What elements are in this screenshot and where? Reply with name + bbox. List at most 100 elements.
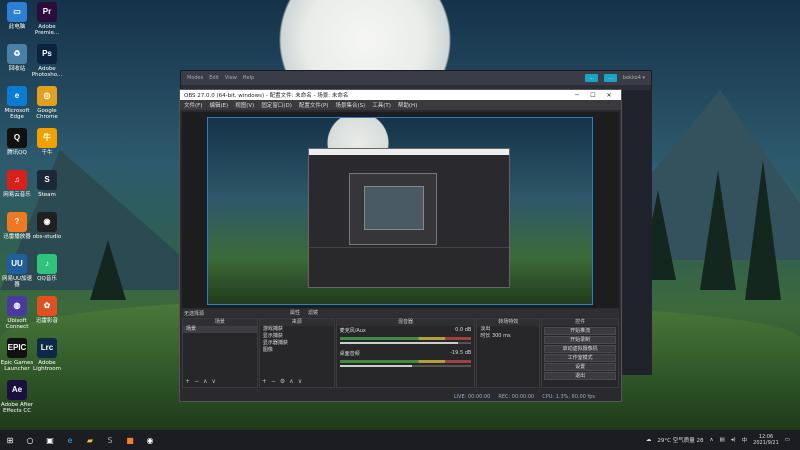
file-explorer-icon[interactable]: ▰ <box>80 430 100 450</box>
background-window-sidebar <box>622 90 652 375</box>
add-icon[interactable]: + <box>262 378 267 385</box>
network-icon[interactable]: ▤ <box>720 437 725 443</box>
photoshop-icon: Ps <box>37 44 57 64</box>
down-icon[interactable]: ∨ <box>211 378 215 385</box>
desktop-icon[interactable]: ◉ obs-studio <box>30 212 64 240</box>
add-icon[interactable]: + <box>185 378 190 385</box>
remove-icon[interactable]: − <box>194 378 199 385</box>
desktop-icon-label: 网易云音乐 <box>3 192 31 198</box>
desktop-icon[interactable]: ♪ QQ音乐 <box>30 254 64 282</box>
nested-preview-inner <box>364 186 424 230</box>
clock[interactable]: 12:06 2021/9/21 <box>753 434 779 446</box>
desktop-icon-label: Epic Games Launcher <box>0 360 34 372</box>
menu-edit[interactable]: 编辑(E) <box>209 101 228 109</box>
desktop-icon[interactable]: ▭ 此电脑 <box>0 2 34 30</box>
system-tray: ☁ 29°C 空气质量 28 ∧ ▤ ◂) 中 12:06 2021/9/21 … <box>646 430 790 450</box>
menu-docks[interactable]: 固定窗口(D) <box>261 101 292 109</box>
menu-view[interactable]: 视图(V) <box>235 101 254 109</box>
app-icon[interactable]: ■ <box>120 430 140 450</box>
desktop-icon[interactable]: ♫ 网易云音乐 <box>0 170 34 198</box>
desktop-icon-label: Adobe Premie... <box>34 24 60 36</box>
account-button[interactable]: bekko4 ▾ <box>623 75 645 81</box>
toolbar-button[interactable]: ... <box>604 74 617 82</box>
preview-area[interactable] <box>182 112 619 308</box>
desktop-icon[interactable]: EPIC Epic Games Launcher <box>0 338 34 372</box>
track-name: 桌面音频 <box>339 351 360 357</box>
filters-button[interactable]: 滤镜 <box>308 309 318 316</box>
start-streaming-button[interactable]: 开始推流 <box>544 327 617 335</box>
desktop-icon[interactable]: S Steam <box>30 170 64 198</box>
desktop-icon-label: obs-studio <box>32 234 62 240</box>
edge-icon[interactable]: e <box>60 430 80 450</box>
volume-icon[interactable]: ◂) <box>731 437 736 443</box>
virtual-camera-button[interactable]: 启动虚拟摄像机 <box>544 345 617 353</box>
weather-icon[interactable]: ☁ <box>646 437 652 443</box>
menu-item[interactable]: Help <box>243 75 254 81</box>
settings-button[interactable]: 设置 <box>544 363 617 371</box>
menu-profile[interactable]: 配置文件(P) <box>299 101 329 109</box>
desktop-icon-label: Adobe Lightroom <box>33 360 61 372</box>
desktop-icon[interactable]: ? 迅雷播放器 <box>0 212 34 240</box>
lightroom-icon: Lrc <box>37 338 57 358</box>
menu-tools[interactable]: 工具(T) <box>372 101 391 109</box>
up-icon[interactable]: ∧ <box>289 378 293 385</box>
desktop-icon[interactable]: ◍ Ubisoft Connect <box>0 296 34 330</box>
up-icon[interactable]: ∧ <box>203 378 207 385</box>
desktop-icon-label: 回收站 <box>8 66 26 72</box>
maximize-icon[interactable]: ☐ <box>585 92 601 99</box>
scene-item[interactable]: 场景 <box>183 326 257 333</box>
menu-scene-collection[interactable]: 场景集合(S) <box>335 101 365 109</box>
source-item[interactable]: 显示捕获 <box>260 333 334 340</box>
desktop-icon-label: Steam <box>38 192 56 198</box>
chevron-up-icon[interactable]: ∧ <box>709 437 713 443</box>
studio-mode-button[interactable]: 工作室模式 <box>544 354 617 362</box>
preview-canvas[interactable] <box>207 117 593 305</box>
desktop-icon[interactable]: ◎ Google Chrome <box>30 86 64 120</box>
transition-select[interactable]: 淡出 <box>477 326 539 333</box>
volume-slider[interactable] <box>339 342 472 344</box>
menu-item[interactable]: Modes <box>187 75 203 81</box>
start-recording-button[interactable]: 开始录制 <box>544 336 617 344</box>
steam-icon[interactable]: S <box>100 430 120 450</box>
title-bar: OBS 27.0.0 (64-bit, windows) - 配置文件: 未命名… <box>180 90 621 100</box>
desktop-icon[interactable]: Ae Adobe After Effects CC <box>0 380 34 414</box>
weather-text[interactable]: 29°C 空气质量 28 <box>657 436 703 444</box>
source-item[interactable]: 游戏捕获 <box>260 326 334 333</box>
menu-help[interactable]: 帮助(H) <box>398 101 417 109</box>
track-db: 0.0 dB <box>455 327 472 333</box>
desktop-icon[interactable]: 牛千牛 <box>30 128 64 156</box>
desktop-icon[interactable]: Pr Adobe Premie... <box>30 2 64 36</box>
menu-item[interactable]: View <box>225 75 237 81</box>
taskbar: ⊞ ○ ▣ e ▰ S ■ ◉ ☁ 29°C 空气质量 28 ∧ ▤ ◂) 中 … <box>0 430 800 450</box>
down-icon[interactable]: ∨ <box>298 378 302 385</box>
source-item[interactable]: 显示器捕获 <box>260 340 334 347</box>
menu-item[interactable]: Edit <box>209 75 219 81</box>
windows-start-icon[interactable]: ⊞ <box>0 430 20 450</box>
desktop-icon[interactable]: Ps Adobe Photosho... <box>30 44 64 78</box>
obs-icon[interactable]: ◉ <box>140 430 160 450</box>
obs-window[interactable]: OBS 27.0.0 (64-bit, windows) - 配置文件: 未命名… <box>179 89 622 402</box>
toolbar-button[interactable]: ... <box>585 74 599 82</box>
task-view-icon[interactable]: ▣ <box>40 430 60 450</box>
notification-icon[interactable]: ▭ <box>785 437 790 443</box>
menu-file[interactable]: 文件(F) <box>184 101 202 109</box>
search-icon[interactable]: ○ <box>20 430 40 450</box>
desktop-icon[interactable]: e Microsoft Edge <box>0 86 34 120</box>
controls-dock: 控件 开始推流 开始录制 启动虚拟摄像机 工作室模式 设置 退出 <box>541 318 620 388</box>
ubisoft-icon: ◍ <box>7 296 27 316</box>
gear-icon[interactable]: ⚙ <box>280 378 285 385</box>
minimize-icon[interactable]: ─ <box>569 92 585 99</box>
desktop-icon[interactable]: ♻ 回收站 <box>0 44 34 72</box>
desktop-icon[interactable]: ✿ 迅雷影音 <box>30 296 64 324</box>
desktop-icon[interactable]: Q 腾讯QQ <box>0 128 34 156</box>
desktop-icon[interactable]: Lrc Adobe Lightroom <box>30 338 64 372</box>
source-item[interactable]: 图像 <box>260 347 334 354</box>
desktop-icon[interactable]: UU 网易UU加速器 <box>0 254 34 288</box>
properties-button[interactable]: 属性 <box>290 309 300 316</box>
close-icon[interactable]: ✕ <box>601 92 617 99</box>
duration-input[interactable]: 300 ms <box>492 333 511 339</box>
ime-icon[interactable]: 中 <box>742 436 748 444</box>
exit-button[interactable]: 退出 <box>544 372 617 380</box>
volume-slider[interactable] <box>339 365 472 367</box>
remove-icon[interactable]: − <box>271 378 276 385</box>
